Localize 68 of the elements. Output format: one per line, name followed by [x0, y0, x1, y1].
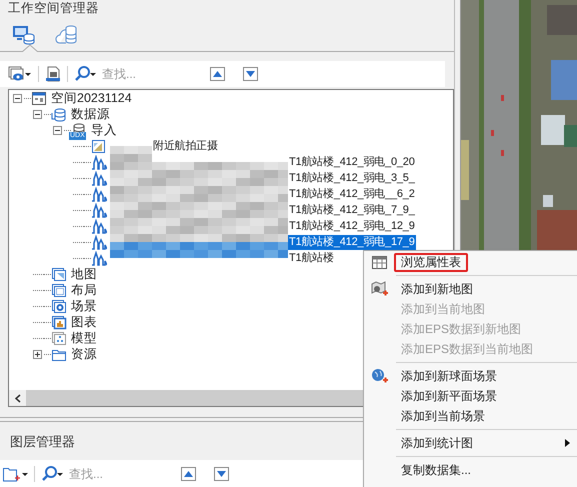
table-icon [372, 255, 386, 269]
menu-item: 添加到当前地图 [400, 300, 486, 318]
dataset-item[interactable]: T1航站楼_412_弱电_3_5_ [288, 170, 416, 186]
dataset-item[interactable]: T1航站楼_412_弱电_12_9 [288, 218, 416, 234]
tree-item[interactable]: 资源 [70, 346, 98, 362]
database-monitor-icon [12, 24, 35, 44]
search-field[interactable]: 查找... [102, 65, 192, 83]
move-down-button[interactable] [214, 466, 229, 480]
tree-item[interactable]: 地图 [70, 266, 98, 282]
map-add-icon [370, 281, 388, 297]
tree-item[interactable]: 导入 [90, 122, 118, 138]
cloud-database-icon [55, 24, 78, 44]
chart-folder-icon [51, 314, 67, 330]
tree-item[interactable]: 场景 [70, 298, 98, 314]
menu-item: 添加EPS数据到新地图 [400, 320, 522, 338]
search-dropdown-button[interactable] [41, 466, 63, 482]
collapse-icon[interactable] [53, 126, 62, 134]
menu-item[interactable]: 浏览属性表 [394, 252, 468, 272]
tree-item[interactable]: 布局 [70, 282, 98, 298]
collapse-icon[interactable] [33, 110, 42, 118]
tree-item[interactable]: 模型 [70, 330, 98, 346]
menu-item[interactable]: 添加到当前场景 [394, 406, 492, 426]
tree-item[interactable]: 数据源 [70, 106, 111, 122]
menu-item[interactable]: 添加到新平面场景 [394, 386, 504, 406]
menu-item[interactable]: 添加到新地图 [394, 280, 480, 298]
menu-item: 添加EPS数据到当前地图 [400, 340, 534, 358]
panel-title: 图层管理器 [10, 434, 75, 449]
menu-item[interactable]: 复制数据集... [394, 460, 478, 480]
map-folder-icon [51, 266, 67, 282]
dataset-item[interactable]: T1航站楼_412_弱电_7_9_ [288, 202, 416, 218]
up-arrow-icon [184, 470, 193, 476]
tree-item[interactable]: 图表 [70, 314, 98, 330]
move-up-button[interactable] [210, 67, 225, 81]
panel-title: 工作空间管理器 [7, 0, 100, 17]
layout-folder-icon [51, 282, 67, 298]
grid-dataset-icon [91, 186, 107, 202]
dataset-item[interactable]: T1航站楼_412_弱电_0_20 [288, 154, 416, 170]
grid-dataset-icon [91, 170, 107, 186]
move-down-button[interactable] [243, 67, 258, 81]
menu-item[interactable]: 添加到新球面场景 [394, 366, 504, 386]
grid-dataset-icon [91, 154, 107, 170]
dataset-item[interactable]: T1航站楼_412_弱电_17_9 [288, 234, 416, 250]
globe-add-icon [370, 368, 388, 384]
down-arrow-icon [217, 470, 226, 476]
up-arrow-icon [213, 71, 222, 77]
grid-dataset-icon [91, 250, 107, 266]
grid-dataset-icon [91, 234, 107, 250]
menu-item[interactable]: 添加到统计图 [394, 434, 480, 452]
collapse-icon[interactable] [13, 94, 22, 102]
dataset-item[interactable]: T1航站楼 [288, 250, 335, 266]
search-dropdown-button[interactable] [74, 66, 96, 82]
scene-folder-icon [51, 298, 67, 314]
export-button[interactable] [45, 66, 61, 82]
model-folder-icon [51, 330, 67, 346]
search-field[interactable]: 查找... [69, 464, 159, 482]
submenu-arrow-icon [565, 439, 570, 447]
move-up-button[interactable] [181, 466, 196, 480]
database-icon [51, 106, 67, 122]
expand-icon[interactable] [33, 350, 42, 358]
scroll-left-button[interactable] [9, 390, 26, 406]
dataset-item[interactable]: T1航站楼_412_弱电__6_2 [288, 186, 416, 202]
view-dropdown-button[interactable] [8, 66, 32, 82]
down-arrow-icon [246, 71, 255, 77]
grid-dataset-icon [91, 218, 107, 234]
dataset-item[interactable]: 附近航拍正摄 [152, 138, 219, 154]
grid-dataset-icon [91, 202, 107, 218]
image-dataset-icon [91, 138, 107, 154]
tree-item[interactable]: 空间20231124 [50, 90, 133, 106]
